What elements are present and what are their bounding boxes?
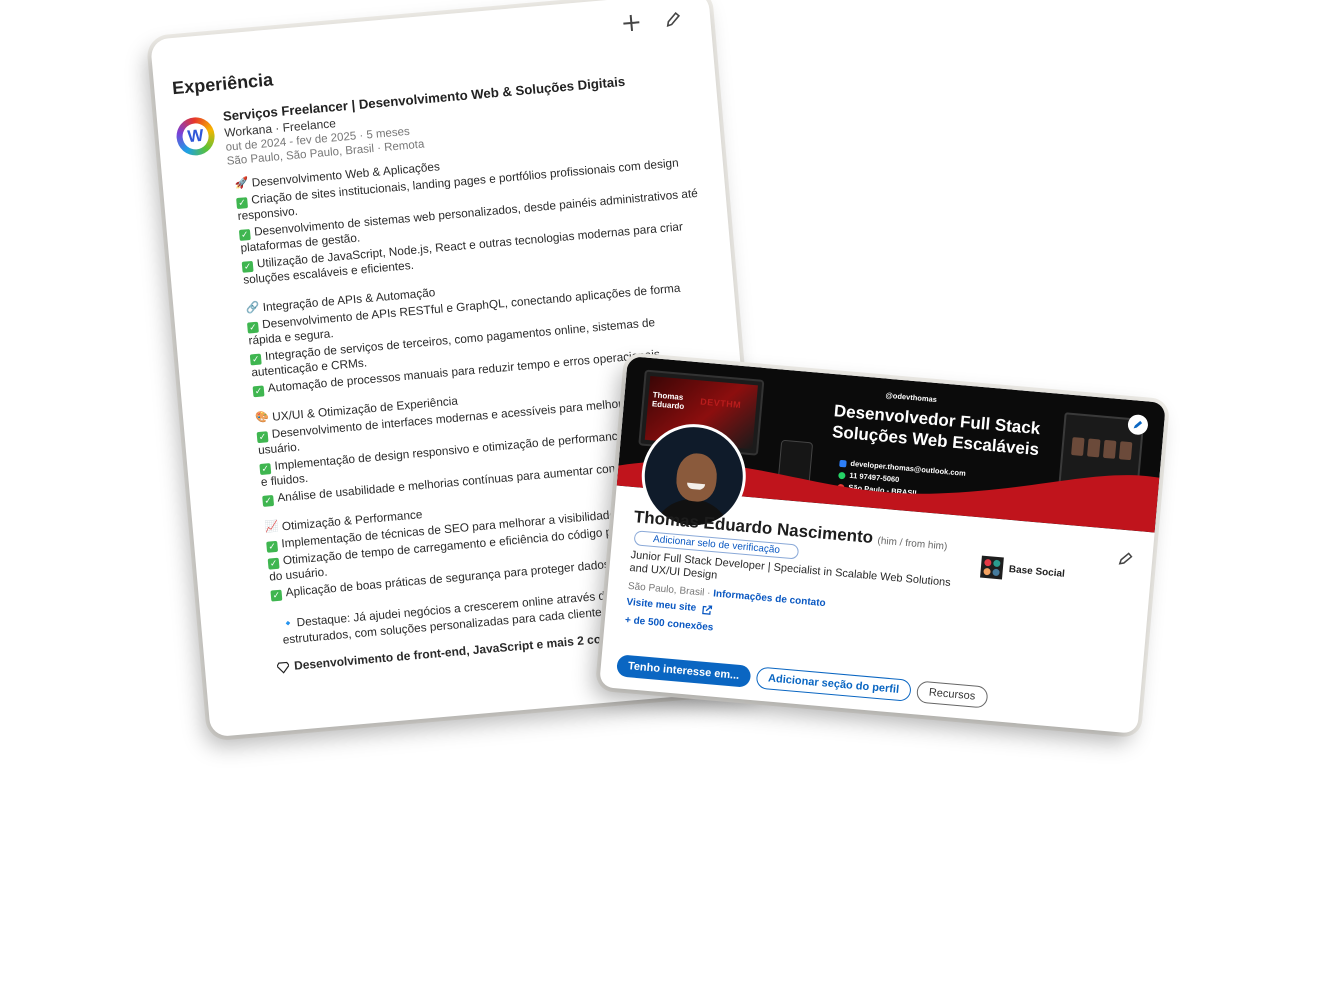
check-icon: ✓: [270, 589, 283, 602]
profile-actions: Tenho interesse em... Adicionar seção do…: [616, 654, 989, 709]
banner-laptop-name: Thomas Eduardo: [651, 390, 685, 412]
current-company[interactable]: Base Social: [980, 555, 1066, 585]
add-profile-section-button[interactable]: Adicionar seção do perfil: [755, 666, 912, 702]
add-icon[interactable]: [619, 11, 643, 35]
skills-gem-icon: [276, 661, 290, 674]
profile-pronouns: (him / from him): [877, 535, 948, 553]
chart-icon: 📈: [264, 520, 280, 534]
edit-banner-button[interactable]: [1127, 413, 1149, 436]
experience-toolbar: [619, 7, 685, 34]
link-icon: 🔗: [245, 301, 260, 315]
external-link-icon: [702, 604, 713, 615]
banner-handle: @odevthomas: [885, 390, 938, 405]
company-logo-icon: [980, 555, 1004, 580]
company-logo-letter: W: [181, 122, 210, 151]
palette-icon: 🎨: [254, 411, 270, 425]
rocket-icon: 🚀: [234, 176, 250, 191]
profile-info: Thomas Eduardo Nascimento (him / from hi…: [624, 507, 973, 655]
check-icon: ✓: [252, 385, 265, 398]
pencil-icon: [1133, 420, 1143, 429]
edit-pencil-icon[interactable]: [661, 7, 685, 31]
check-icon: ✓: [266, 540, 279, 553]
profile-card: Thomas Eduardo DEVTHM @odevthomas Desenv…: [599, 356, 1166, 734]
check-icon: ✓: [262, 495, 275, 507]
pencil-icon: [1118, 552, 1133, 565]
company-logo[interactable]: W: [174, 115, 217, 157]
profile-location-text: São Paulo, Brasil ·: [627, 580, 711, 600]
website-link-text: Visite meu site: [626, 596, 697, 614]
company-name: Base Social: [1008, 563, 1066, 580]
resources-button[interactable]: Recursos: [915, 680, 989, 709]
interest-button[interactable]: Tenho interesse em...: [616, 654, 752, 688]
edit-profile-button[interactable]: [1117, 550, 1135, 572]
diamond-icon: 🔹: [280, 617, 296, 631]
